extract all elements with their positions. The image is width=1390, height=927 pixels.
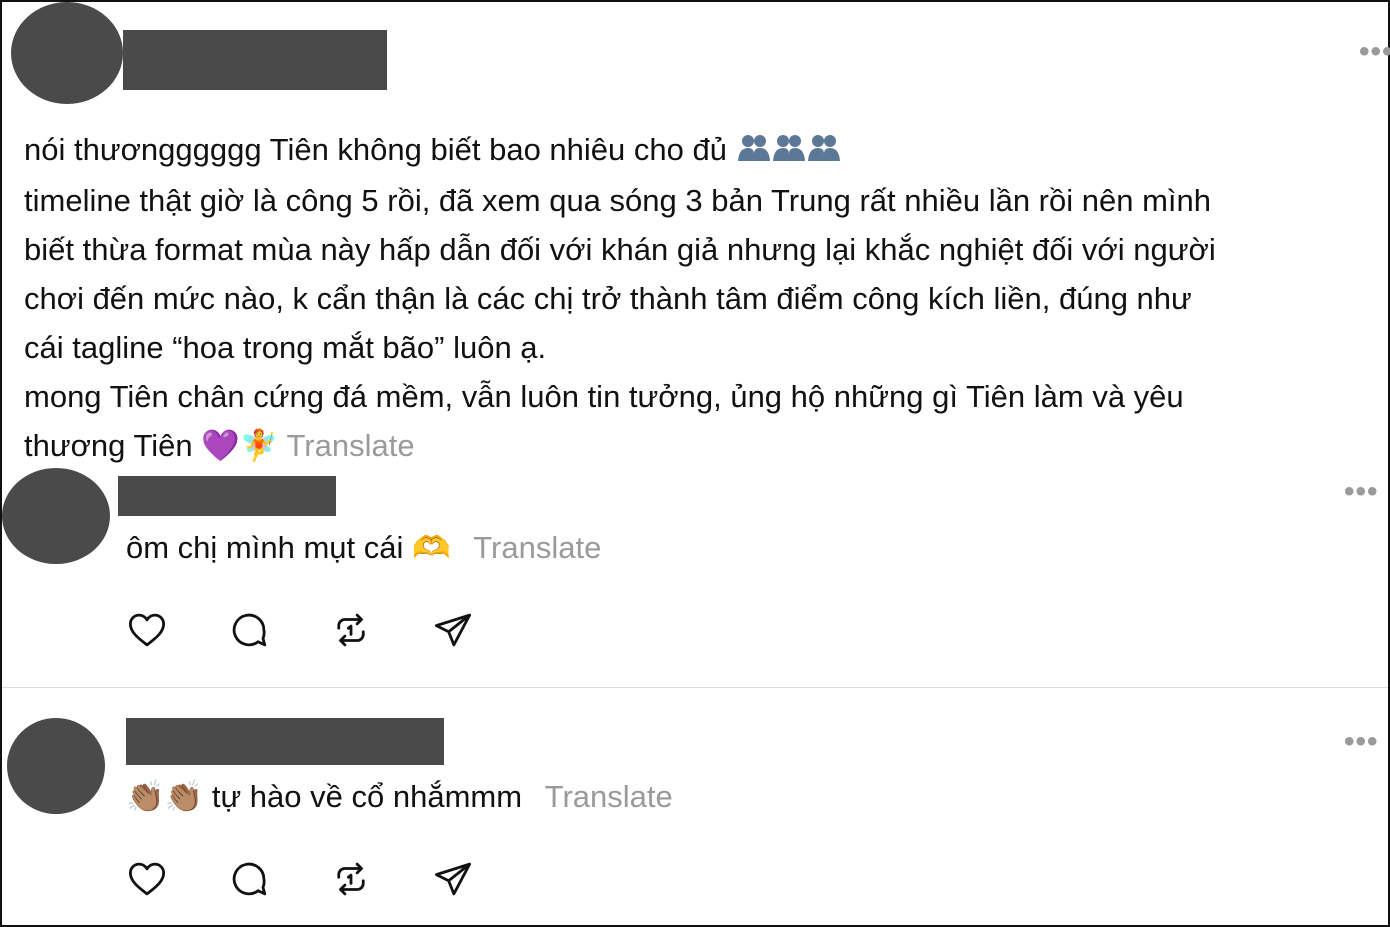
share-icon	[434, 613, 472, 647]
reply-1-translate-link[interactable]: Translate	[473, 530, 601, 565]
reply-1-avatar[interactable]	[2, 468, 110, 564]
post-line: chơi đến mức nào, k cẩn thận là các chị …	[24, 281, 1192, 317]
post-line: mong Tiên chân cứng đá mềm, vẫn luôn tin…	[24, 379, 1184, 415]
comment-icon	[232, 613, 267, 647]
post-line: thương Tiên 💜🧚 Translate	[24, 428, 415, 464]
heart-hands-emoji: 🫶	[412, 530, 451, 565]
post-author-name-redacted[interactable]	[123, 30, 387, 90]
repost-icon	[337, 862, 365, 896]
post-line: biết thừa format mùa này hấp dẫn đối với…	[24, 232, 1216, 268]
heart-icon	[128, 862, 166, 896]
post-author-avatar[interactable]	[11, 2, 123, 104]
post-body: nói thươngggggg Tiên không biết bao nhiê…	[24, 125, 1386, 470]
reply-2-text: 👏🏽👏🏽 tự hào về cổ nhắmmm Translate	[126, 779, 673, 814]
share-button[interactable]	[432, 608, 534, 652]
post-line: timeline thật giờ là công 5 rồi, đã xem …	[24, 183, 1211, 219]
reply-1-actions	[126, 608, 534, 652]
share-button[interactable]	[432, 857, 534, 901]
comment-icon	[232, 862, 267, 896]
like-button[interactable]	[126, 857, 228, 901]
repost-icon	[337, 613, 365, 647]
reply-2-translate-link[interactable]: Translate	[545, 779, 673, 814]
repost-button[interactable]	[330, 608, 432, 652]
comment-button[interactable]	[228, 857, 330, 901]
reply-2-more-icon[interactable]: •••	[1344, 727, 1379, 757]
clapping-emoji: 👏🏽👏🏽	[126, 779, 204, 814]
reply-1-author-redacted[interactable]	[118, 476, 336, 516]
comment-button[interactable]	[228, 608, 330, 652]
reply-1-text: ôm chị mình mụt cái 🫶 Translate	[126, 530, 602, 565]
reply-2-actions	[126, 857, 534, 901]
share-icon	[434, 862, 472, 896]
post-more-icon[interactable]: •••	[1359, 37, 1390, 67]
heart-icon	[128, 613, 166, 647]
repost-button[interactable]	[330, 857, 432, 901]
like-button[interactable]	[126, 608, 228, 652]
reply-1-more-icon[interactable]: •••	[1344, 477, 1379, 507]
post-line: cái tagline “hoa trong mắt bão” luôn ạ.	[24, 330, 547, 366]
post-translate-link[interactable]: Translate	[287, 428, 415, 463]
reply-2-author-redacted[interactable]	[126, 718, 444, 765]
thread-divider	[2, 687, 1388, 688]
people-emoji	[736, 127, 840, 176]
reply-2-avatar[interactable]	[7, 718, 105, 814]
post-line: nói thươngggggg Tiên không biết bao nhiê…	[24, 125, 1386, 176]
heart-fairy-emoji: 💜🧚	[201, 428, 279, 464]
